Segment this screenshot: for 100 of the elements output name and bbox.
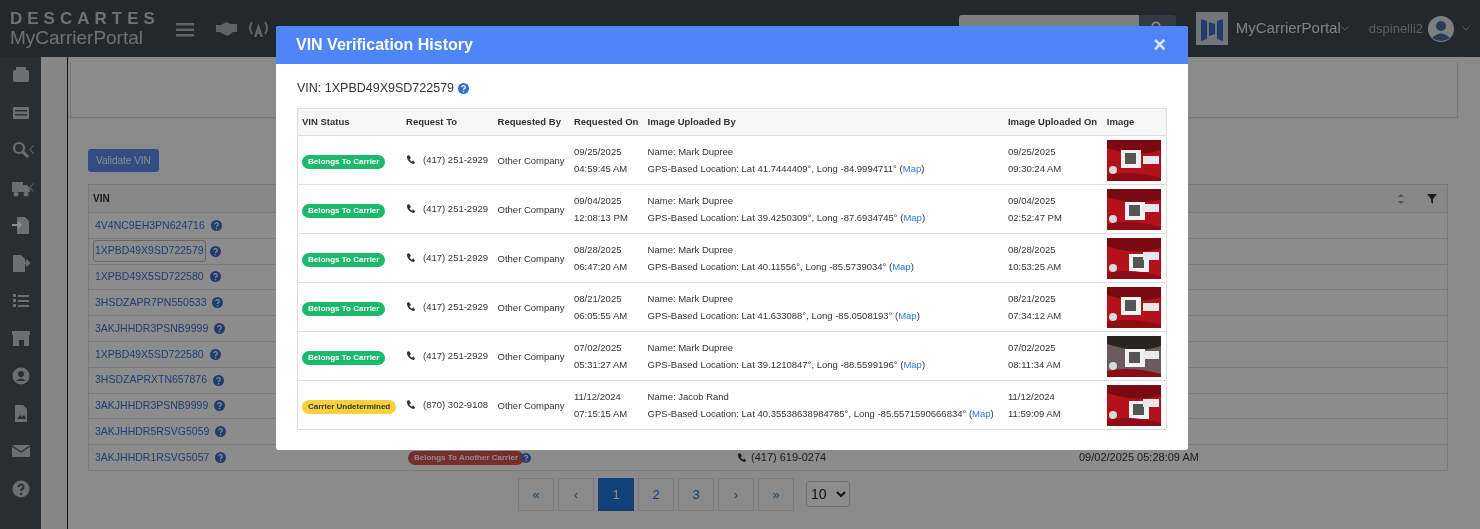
user-icon[interactable] — [11, 366, 30, 385]
phone-number: (417) 251-2929 — [423, 251, 488, 265]
help-icon — [212, 297, 224, 309]
gps-location: GPS-Based Location: Lat 40.11556°, Long -85.5739034° (Map) — [647, 261, 914, 272]
vin-link[interactable]: 1XPBD49X5SD722580 — [93, 266, 206, 288]
vin-link[interactable]: 3HSDZAPR7PN550533 — [93, 291, 209, 314]
vin-link[interactable]: 1XPBD49X5SD722580 — [93, 343, 206, 366]
help-icon — [209, 271, 221, 283]
vin-link[interactable]: 4V4NC9EH3PN624716 — [93, 214, 207, 237]
page-button[interactable]: 1 — [598, 477, 634, 511]
page-button[interactable]: ‹ — [558, 477, 594, 511]
table-cell: Other Company — [497, 154, 565, 166]
date-time: 08/21/2025 — [1007, 293, 1056, 304]
close-button[interactable]: × — [1151, 34, 1168, 56]
map-link[interactable]: Map — [892, 261, 911, 272]
date-time: 08/28/2025 — [1007, 244, 1056, 255]
page-button[interactable]: 2 — [638, 477, 674, 511]
vin-link[interactable]: 1XPBD49X9SD722579 — [93, 240, 206, 263]
phone-number: (417) 251-2929 — [423, 300, 488, 314]
phone-icon — [406, 302, 416, 311]
help-icon — [214, 400, 226, 412]
page-button[interactable]: « — [518, 477, 554, 511]
page-button[interactable]: » — [758, 477, 794, 511]
help-icon — [215, 452, 227, 464]
column-header: Request To — [406, 115, 458, 127]
help-icon — [210, 219, 222, 231]
gps-location: GPS-Based Location: Lat 39.4250309°, Long -87.6934745° (Map) — [647, 212, 926, 223]
help-icon — [209, 348, 221, 360]
username[interactable]: dspinelli2 — [1368, 18, 1423, 39]
logo-text: DESCARTES — [10, 9, 160, 28]
phone-number: (417) 251-2929 — [423, 349, 488, 363]
validate-vin-button[interactable]: Validate VIN — [88, 149, 159, 172]
column-header: VIN — [93, 192, 110, 206]
vin-link[interactable]: 3HSDZAPRXTN657876 — [93, 369, 210, 392]
vin-link[interactable]: 3AKJHHDR3PSNB9999 — [93, 317, 211, 340]
sort-icon[interactable] — [1397, 193, 1405, 204]
vin-link[interactable]: 3AKJHHDR5RSVG5059 — [93, 420, 212, 443]
column-header: Requested By — [497, 115, 561, 127]
help-icon[interactable] — [11, 479, 30, 498]
column-header: Image Uploaded By — [647, 115, 736, 127]
phone-icon — [406, 204, 416, 213]
chevron-icon — [29, 182, 34, 192]
uploader-name: Name: Jacob Rand — [647, 391, 729, 402]
phone-icon — [406, 155, 416, 164]
antenna-icon[interactable] — [247, 19, 269, 38]
table-cell: Other Company — [497, 350, 565, 362]
date-time: 09:30:24 AM — [1007, 163, 1062, 174]
date-time: 08/21/2025 — [573, 293, 622, 304]
inbox-icon[interactable] — [11, 66, 30, 84]
date-time: 09/04/2025 — [1007, 195, 1056, 206]
vin-heading: VIN: 1XPBD49X9SD722579 — [297, 80, 455, 97]
phone-icon — [737, 453, 746, 463]
map-link[interactable]: Map — [903, 212, 922, 223]
table-cell: Other Company — [497, 301, 565, 313]
table-cell: Other Company — [497, 203, 565, 215]
help-icon — [215, 426, 227, 438]
phone-icon — [406, 253, 416, 262]
page-size-select[interactable]: 10 — [806, 481, 850, 508]
date-time: 08/28/2025 — [573, 244, 622, 255]
date-time: 11:59:09 AM — [1007, 408, 1061, 419]
map-link[interactable]: Map — [898, 310, 917, 321]
handshake-icon[interactable] — [215, 21, 237, 36]
date-time: 11/12/2024 — [1007, 391, 1055, 402]
date-time: 04:59:45 AM — [573, 163, 628, 174]
vin-link[interactable]: 3AKJHHDR1RSVG5057 — [93, 446, 212, 469]
status-badge: Belongs To Carrier — [302, 154, 386, 169]
column-header: Image — [1106, 115, 1135, 127]
search-icon[interactable] — [11, 141, 30, 160]
filter-icon[interactable] — [1427, 193, 1437, 204]
portal-menu[interactable]: MyCarrierPortal — [1235, 17, 1341, 40]
uploader-name: Name: Mark Dupree — [647, 342, 734, 353]
map-link[interactable]: Map — [972, 408, 991, 419]
caret-icon — [1340, 26, 1349, 31]
column-header: VIN Status — [302, 115, 350, 127]
column-header: Requested On — [573, 115, 639, 127]
uploader-name: Name: Mark Dupree — [647, 293, 734, 304]
help-icon — [213, 374, 225, 386]
status-badge: Belongs To Carrier — [302, 252, 386, 267]
uploader-name: Name: Mark Dupree — [647, 195, 734, 206]
status-badge: Belongs To Another Carrier — [408, 450, 524, 465]
date-time: 09/04/2025 — [573, 195, 622, 206]
uploader-name: Name: Mark Dupree — [647, 244, 734, 255]
chevron-icon — [29, 145, 34, 155]
checklist-icon[interactable] — [11, 291, 30, 310]
status-badge: Belongs To Carrier — [302, 203, 386, 218]
store-icon[interactable] — [11, 329, 30, 348]
file-import-icon[interactable] — [11, 216, 30, 235]
date-time: 11/12/2024 — [573, 391, 621, 402]
map-link[interactable]: Map — [903, 359, 922, 370]
logo-subtitle: MyCarrierPortal — [10, 27, 145, 48]
vin-link[interactable]: 3AKJHHDR3PSNB9999 — [93, 395, 211, 417]
page-button[interactable]: › — [718, 477, 754, 511]
help-icon — [458, 82, 470, 94]
page-button[interactable]: 3 — [678, 477, 714, 511]
date-time: 10:53:25 AM — [1007, 261, 1062, 272]
help-icon — [214, 323, 226, 335]
phone-icon — [406, 400, 416, 409]
file-export-icon[interactable] — [11, 253, 30, 272]
date-time: 06:47:20 AM — [573, 261, 628, 272]
avatar-icon[interactable] — [1428, 15, 1454, 42]
